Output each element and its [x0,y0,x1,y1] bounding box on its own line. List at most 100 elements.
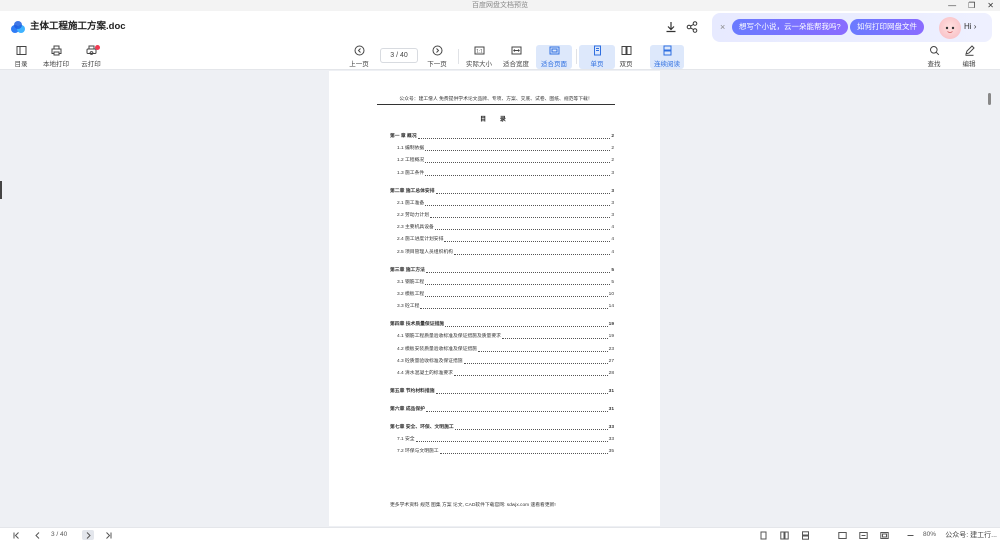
cloud-print-button[interactable]: 云打印 [73,45,109,69]
continuous-reading-button[interactable]: 连续阅读 [650,45,684,69]
toc-chapter-line[interactable]: 第五章 节约材料措施 31 [390,387,614,395]
assistant-avatar[interactable] [939,17,961,39]
status-single-page-button[interactable] [759,530,768,540]
toc-leader-dots [501,338,608,340]
toc-entry-text: 第六章 成品保护 [390,407,425,412]
maximize-button[interactable]: ❐ [968,0,975,11]
local-print-button[interactable]: 本地打印 [38,45,74,69]
status-prev-page-button[interactable] [33,530,42,540]
prev-page-button[interactable]: 上一页 [341,45,377,69]
toc-section-line[interactable]: 1.3 施工条件 3 [397,169,614,177]
outline-button[interactable]: 目录 [3,45,39,69]
toc-page-number: 35 [608,449,614,455]
toc-page-number: 10 [608,292,614,297]
toc-chapter-line[interactable]: 第七章 安全、环保、文明施工 33 [390,423,614,431]
toolbar-divider [576,49,577,64]
single-page-icon [593,45,601,56]
actual-size-icon: 1:1 [474,46,484,55]
fit-width-icon [511,46,521,55]
notification-dot [95,45,100,50]
document-viewport[interactable]: 公众号：建工僧人 免费提供学术论文品牌、专项、方案、交底、试卷、图纸、规范等下载… [0,71,1000,526]
double-page-icon [621,46,631,55]
toc-entry-text: 2.1 施工准备 [397,200,425,206]
status-actual-size-button[interactable] [838,530,847,540]
page-footer-text: 更多学术资料 规范 图集 方案 论文, CAD软件下载官网: sdwjx.com… [390,503,556,508]
toc-section-line[interactable]: 1.1 编制依据 2 [397,144,614,152]
toc-chapter-line[interactable]: 第一 章 概况 2 [390,132,614,140]
toc-page-number: 14 [608,304,614,310]
toc-section-line[interactable]: 2.1 施工准备 3 [397,199,614,207]
status-double-page-button[interactable] [780,530,789,540]
toc-leader-dots [425,174,611,176]
fit-width-button[interactable]: 适合宽度 [498,45,534,69]
cloud-print-label: 云打印 [81,61,101,68]
toc-chapter-line[interactable]: 第四章 技术质量保证措施 19 [390,320,614,328]
assistant-prompt-novel[interactable]: 想写个小说，云一朵能帮我吗? [732,19,848,35]
edit-button[interactable]: 编辑 [955,45,983,69]
toc-entry-text: 4.2 模板安装质量验收标准及保证措施 [397,346,477,352]
toc-section-line[interactable]: 7.1 安全 33 [397,435,614,443]
toc-page-number: 4 [611,249,614,255]
toc-chapter-line[interactable]: 第三章 施工方法 5 [390,266,614,274]
status-next-page-button[interactable] [82,530,94,540]
fit-page-label: 适合页面 [541,61,567,68]
toc-page-number: 31 [608,407,614,412]
toc-page-number: 27 [608,358,614,364]
toc-section-line[interactable]: 4.4 清水混凝土的标准要求 28 [397,369,614,377]
toc-chapter-line[interactable]: 第六章 成品保护 31 [390,405,614,413]
outline-label: 目录 [14,61,28,68]
status-continuous-button[interactable] [801,530,810,540]
fit-width-label: 适合宽度 [503,61,529,68]
toc-section-line[interactable]: 2.2 劳动力计划 3 [397,211,614,219]
toc-section-line[interactable]: 2.4 施工进度计划安排 4 [397,235,614,243]
zoom-level[interactable]: 80% [923,530,936,540]
ai-assistant-bar: × 想写个小说，云一朵能帮我吗? 如何打印网盘文件 Hi › [712,13,992,42]
page-number-input[interactable]: 3 / 40 [380,48,418,63]
zoom-out-button[interactable] [906,530,915,540]
actual-size-button[interactable]: 1:1 实际大小 [461,45,497,69]
double-page-button[interactable]: 双页 [608,45,644,69]
toc-entry-text: 7.2 环保与文明施工 [397,449,439,455]
toc-section-line[interactable]: 1.2 工程概况 2 [397,156,614,164]
toc-section-line[interactable]: 4.1 钢筋工程质量验收标准及保证措施及质量要求 19 [397,332,614,340]
next-page-label: 下一页 [427,61,447,68]
toc-page-number: 28 [608,371,614,376]
status-fit-page-button[interactable] [880,530,889,540]
first-page-button[interactable] [12,530,21,540]
assistant-close-icon[interactable]: × [720,22,725,32]
toc-section-line[interactable]: 3.1 钢筋工程 5 [397,278,614,286]
toc-section-line[interactable]: 7.2 环保与文明施工 35 [397,447,614,455]
toc-entry-text: 4.4 清水混凝土的标准要求 [397,371,453,376]
vertical-scrollbar-thumb[interactable] [988,93,991,105]
toc-chapter-line[interactable]: 第二章 施工总体安排 3 [390,187,614,195]
toc-section-line[interactable]: 4.2 模板安装质量验收标准及保证措施 23 [397,345,614,353]
minus-icon [907,534,914,536]
find-button[interactable]: 查找 [920,45,948,69]
minimize-button[interactable]: — [948,0,956,11]
toc-section-line[interactable]: 2.5 项目管理人员组织机构 4 [397,248,614,256]
assistant-prompt-print[interactable]: 如何打印网盘文件 [850,19,924,35]
fit-page-button[interactable]: 适合页面 [536,45,572,69]
status-page-indicator[interactable]: 3 / 40 [51,530,67,540]
toc-section-line[interactable]: 2.3 主要机具设备 4 [397,223,614,231]
toc-page-number: 5 [611,279,614,285]
download-icon[interactable] [664,20,678,34]
toc-title: 目 录 [480,117,512,123]
next-page-button[interactable]: 下一页 [419,45,455,69]
toc-entry-text: 1.3 施工条件 [397,170,425,176]
share-icon[interactable] [685,20,699,34]
toc-section-line[interactable]: 4.3 砼质量验收标准及保证措施 27 [397,357,614,365]
search-icon [929,46,939,56]
toc-section-line[interactable]: 3.2 模板工程 10 [397,290,614,298]
toc-leader-dots [425,296,608,297]
toc-page-number: 33 [608,425,614,430]
window-title-bar: 百度网盘文档预览 — ❐ ✕ [0,0,1000,11]
close-window-button[interactable]: ✕ [987,0,994,11]
toc-section-line[interactable]: 3.3 砼工程 14 [397,302,614,310]
prev-page-label: 上一页 [349,61,369,68]
last-page-button[interactable] [104,530,113,540]
printer-icon [51,45,61,56]
status-fit-width-button[interactable] [859,530,868,540]
header-rule [377,104,615,105]
assistant-greeting[interactable]: Hi › [964,22,976,31]
